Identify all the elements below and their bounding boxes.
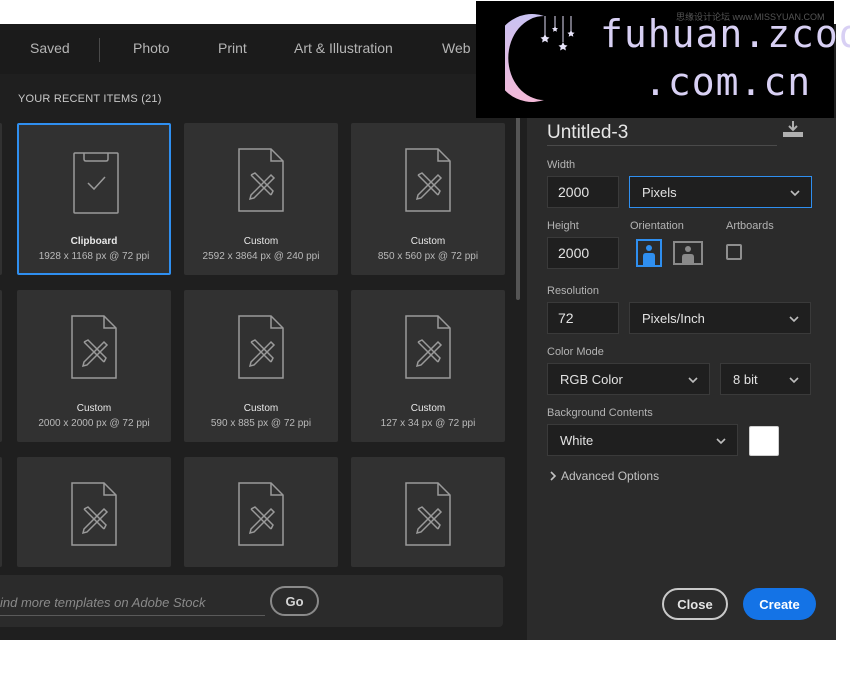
recent-item-card[interactable] [184, 457, 338, 567]
tab-divider [99, 38, 100, 62]
card-meta: 1928 x 1168 px @ 72 ppi [38, 251, 150, 262]
recent-item-card[interactable]: Custom 590 x 885 px @ 72 ppi [184, 290, 338, 442]
background-color-swatch[interactable] [749, 426, 779, 456]
card-meta: 850 x 560 px @ 72 ppi [377, 251, 479, 262]
artboards-checkbox[interactable] [726, 244, 742, 260]
height-label: Height [547, 220, 579, 232]
watermark-line-2: .com.cn [644, 60, 812, 104]
card-meta: 2000 x 2000 px @ 72 ppi [38, 418, 150, 429]
tab-print[interactable]: Print [218, 40, 247, 56]
unit-select[interactable]: Pixels [629, 176, 812, 208]
partial-card [0, 290, 2, 442]
custom-doc-icon [238, 315, 284, 379]
resolution-input[interactable]: 72 [547, 302, 619, 334]
color-mode-select[interactable]: RGB Color [547, 363, 710, 395]
recent-item-card[interactable]: Clipboard 1928 x 1168 px @ 72 ppi [17, 123, 171, 275]
landscape-orientation-icon[interactable] [673, 239, 703, 267]
custom-doc-icon [71, 315, 117, 379]
go-button[interactable]: Go [270, 586, 319, 616]
watermark-line-1: fuhuan.zcool [600, 12, 850, 56]
tab-saved[interactable]: Saved [30, 40, 70, 56]
recent-item-card[interactable]: Custom 2000 x 2000 px @ 72 ppi [17, 290, 171, 442]
background-contents-select[interactable]: White [547, 424, 738, 456]
recent-items-title: YOUR RECENT ITEMS [18, 93, 138, 105]
card-name: Custom [76, 403, 112, 414]
custom-doc-icon [405, 148, 451, 212]
advanced-options-label: Advanced Options [561, 469, 660, 483]
card-meta: 127 x 34 px @ 72 ppi [380, 418, 476, 429]
card-name: Clipboard [70, 236, 118, 247]
portrait-orientation-icon[interactable] [636, 239, 664, 267]
stock-search-input[interactable] [0, 590, 265, 616]
partial-card [0, 457, 2, 567]
chevron-down-icon [790, 190, 800, 197]
color-mode-value: RGB Color [560, 371, 623, 387]
close-button[interactable]: Close [662, 588, 728, 620]
chevron-down-icon [688, 377, 698, 384]
height-input[interactable]: 2000 [547, 237, 619, 269]
card-meta: 590 x 885 px @ 72 ppi [210, 418, 312, 429]
artboards-label: Artboards [726, 220, 774, 232]
partial-card [0, 123, 2, 275]
recent-item-card[interactable]: Custom 850 x 560 px @ 72 ppi [351, 123, 505, 275]
resolution-unit-value: Pixels/Inch [642, 310, 705, 326]
recent-item-card[interactable] [17, 457, 171, 567]
bit-depth-select[interactable]: 8 bit [720, 363, 811, 395]
save-preset-icon[interactable] [782, 120, 804, 138]
chevron-down-icon [789, 316, 799, 323]
document-name-input[interactable] [547, 120, 777, 146]
background-contents-value: White [560, 432, 594, 448]
create-button[interactable]: Create [743, 588, 816, 620]
clipboard-doc-icon [73, 152, 119, 214]
card-name: Custom [243, 403, 279, 414]
card-name: Custom [410, 403, 446, 414]
unit-select-value: Pixels [642, 184, 677, 200]
width-input[interactable]: 2000 [547, 176, 619, 208]
orientation-label: Orientation [630, 220, 684, 232]
background-contents-label: Background Contents [547, 407, 653, 419]
custom-doc-icon [238, 482, 284, 546]
tab-photo[interactable]: Photo [133, 40, 170, 56]
chevron-down-icon [716, 438, 726, 445]
tab-art-illustration[interactable]: Art & Illustration [294, 40, 393, 56]
card-name: Custom [410, 236, 446, 247]
new-document-dialog: Saved Photo Print Art & Illustration Web… [0, 0, 850, 684]
color-mode-label: Color Mode [547, 346, 604, 358]
chevron-right-icon [550, 471, 557, 481]
cat-moon-logo-icon [505, 14, 575, 102]
card-name: Custom [243, 236, 279, 247]
width-label: Width [547, 159, 576, 171]
custom-doc-icon [238, 148, 284, 212]
recent-item-card[interactable]: Custom 2592 x 3864 px @ 240 ppi [184, 123, 338, 275]
recent-item-card[interactable] [351, 457, 505, 567]
custom-doc-icon [405, 482, 451, 546]
card-meta: 2592 x 3864 px @ 240 ppi [202, 251, 320, 262]
recent-items-count: (21) [141, 93, 162, 105]
custom-doc-icon [405, 315, 451, 379]
recent-items-heading: YOUR RECENT ITEMS (21) [18, 93, 162, 105]
chevron-down-icon [789, 377, 799, 384]
resolution-unit-select[interactable]: Pixels/Inch [629, 302, 811, 334]
advanced-options-toggle[interactable]: Advanced Options [549, 469, 659, 483]
bit-depth-value: 8 bit [733, 371, 758, 387]
custom-doc-icon [71, 482, 117, 546]
resolution-label: Resolution [547, 285, 599, 297]
grid-scrollbar[interactable] [516, 115, 520, 300]
tab-web[interactable]: Web [442, 40, 471, 56]
recent-item-card[interactable]: Custom 127 x 34 px @ 72 ppi [351, 290, 505, 442]
